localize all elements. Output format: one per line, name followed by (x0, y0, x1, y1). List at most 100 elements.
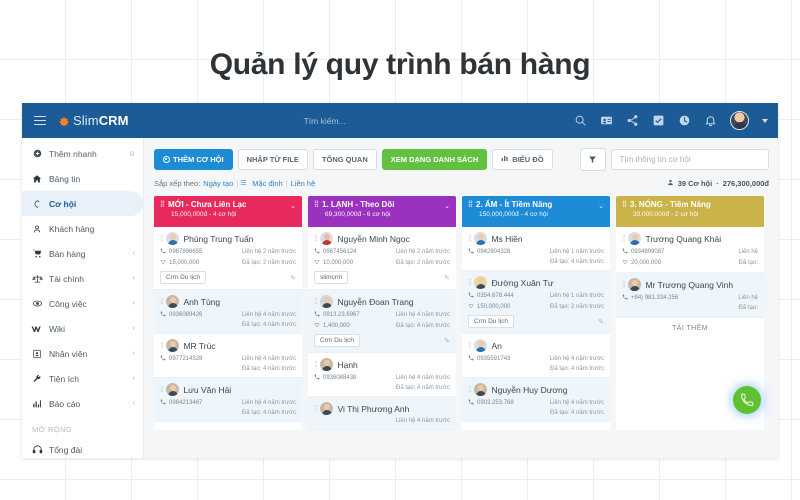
sort-by-date-link[interactable]: Ngày tạo (203, 179, 233, 188)
drag-handle-icon[interactable]: ⁞⁞ (314, 234, 318, 243)
opportunity-card[interactable]: ⁞⁞ Hạnh 0936088438 Liên hệ 4 năm trước Đã … (308, 353, 456, 397)
drag-handle-icon[interactable]: ⁞⁞ (468, 199, 473, 209)
drag-handle-icon[interactable]: ⁞⁞ (468, 278, 472, 287)
sidebar-item-co-hoi[interactable]: Cơ hội (22, 191, 143, 216)
edit-icon[interactable]: ✎ (290, 274, 296, 282)
column-title: MỚI - Chưa Liên Lạc (168, 199, 247, 209)
sidebar-item-nhan-vien[interactable]: Nhân viên ‹ (22, 341, 143, 366)
sidebar-item-quick-add[interactable]: Thêm nhanh ⊙ (22, 141, 143, 166)
opportunity-card[interactable]: ⁞⁞ MR Trúc 0977214328 Liên hệ 4 năm trước … (154, 334, 302, 378)
drag-handle-icon[interactable]: ⁞⁞ (622, 199, 627, 209)
drag-handle-icon[interactable]: ⁞⁞ (468, 234, 472, 243)
card-phone: +84) 981.334.256 (631, 295, 679, 301)
sidebar-item-tai-chinh[interactable]: Tài chính ‹ (22, 266, 143, 291)
global-search-placeholder[interactable]: Tìm kiếm... (304, 116, 346, 126)
opportunity-card[interactable]: ⁞⁞ Phùng Trung Tuấn 0987896655 Liên hệ 2 n… (154, 227, 302, 290)
chevron-down-icon[interactable]: ⌄ (444, 202, 450, 210)
drag-handle-icon[interactable]: ⁞⁞ (622, 234, 626, 243)
card-created: Đã tạo: 4 năm trước (242, 366, 296, 372)
sort-default-link[interactable]: Mặc định (252, 179, 282, 188)
add-opportunity-button[interactable]: THÊM CƠ HỘI (154, 149, 233, 170)
column-header[interactable]: ⁞⁞ 2. ẤM - Ít Tiềm Năng 150,000,000đ - 4 … (462, 196, 610, 227)
sort-contact-link[interactable]: Liên hệ (291, 179, 316, 188)
sidebar-item-label: Tiện ích (49, 373, 79, 384)
edit-icon[interactable]: ✎ (444, 274, 450, 282)
opportunity-card[interactable]: ⁞⁞ Đường Xuân Tư 0354.678.444 Liên hệ 1 nă… (462, 271, 610, 334)
search-icon[interactable] (574, 114, 587, 127)
column-header[interactable]: ⁞⁞ MỚI - Chưa Liên Lạc 15,000,000đ - 4 cơ… (154, 196, 302, 227)
drag-handle-icon[interactable]: ⁞⁞ (314, 404, 318, 413)
bell-icon[interactable] (704, 114, 717, 127)
sidebar-item-tong-dai[interactable]: Tổng đài (22, 437, 143, 458)
drag-handle-icon[interactable]: ⁞⁞ (468, 341, 472, 350)
card-phone: 0935591743 (477, 356, 511, 362)
overview-button[interactable]: TỔNG QUAN (312, 149, 377, 170)
drag-handle-icon[interactable]: ⁞⁞ (160, 341, 164, 350)
opportunity-card[interactable]: ⁞⁞ Trương Quang Khải 0934809087 Liên hệ 20… (616, 227, 764, 273)
card-amount: 15,000,000 (169, 260, 200, 266)
call-floating-button[interactable] (733, 386, 761, 414)
chart-view-button[interactable]: BIỂU ĐỒ (492, 149, 553, 170)
contact-card-icon[interactable] (600, 114, 613, 127)
menu-toggle-icon[interactable] (34, 115, 46, 126)
opportunity-card[interactable]: ⁞⁞ Lưu Văn Hải 0984213467 Liên hệ 4 năm tr… (154, 378, 302, 422)
drag-handle-icon[interactable]: ⁞⁞ (160, 385, 164, 394)
opportunity-card[interactable]: ⁞⁞ Ms Hiền 0942804328 Liên hệ 1 năm trước … (462, 227, 610, 271)
kanban-column-lanh: ⁞⁞ 1. LẠNH - Theo Dõi 69,300,000đ - 6 cơ … (308, 196, 456, 430)
opportunity-search-input[interactable]: Tìm thông tin cơ hội (610, 149, 769, 170)
drag-handle-icon[interactable]: ⁞⁞ (160, 199, 165, 209)
clock-icon[interactable] (678, 114, 691, 127)
drag-handle-icon[interactable]: ⁞⁞ (314, 360, 318, 369)
sidebar-item-tien-ich[interactable]: Tiện ích ‹ (22, 366, 143, 391)
drag-handle-icon[interactable]: ⁞⁞ (160, 297, 164, 306)
column-header[interactable]: ⁞⁞ 1. LẠNH - Theo Dõi 69,300,000đ - 6 cơ … (308, 196, 456, 227)
sidebar-item-khach-hang[interactable]: Khách hàng (22, 216, 143, 241)
task-check-icon[interactable] (652, 114, 665, 127)
phone-icon (160, 399, 166, 407)
column-header[interactable]: ⁞⁞ 3. NÓNG - Tiềm Năng 20,000,000đ - 2 cơ… (616, 196, 764, 227)
import-file-button[interactable]: NHẬP TỪ FILE (237, 149, 308, 170)
drag-handle-icon[interactable]: ⁞⁞ (314, 297, 318, 306)
total-value: 276,300,000đ (722, 179, 769, 188)
edit-icon[interactable]: ✎ (598, 318, 604, 326)
chevron-down-icon[interactable]: ⌄ (290, 202, 296, 210)
opportunity-card[interactable]: ⁞⁞ Nguyễn Đoan Trang 0913.23.6967 Liên hệ … (308, 290, 456, 353)
avatar[interactable] (730, 111, 749, 130)
load-more-button[interactable]: TẢI THÊM (616, 317, 764, 339)
drag-handle-icon[interactable]: ⁞⁞ (468, 385, 472, 394)
card-tag[interactable]: slimcrm (314, 271, 349, 284)
sidebar-item-bang-tin[interactable]: Bảng tin (22, 166, 143, 191)
sidebar-item-bao-cao[interactable]: Báo cáo ‹ (22, 391, 143, 416)
opportunity-card[interactable]: ⁞⁞ Nguyễn Minh Ngọc 0987456124 Liên hệ 2 n… (308, 227, 456, 290)
sidebar-item-ban-hang[interactable]: Bán hàng ‹ (22, 241, 143, 266)
drag-handle-icon[interactable]: ⁞⁞ (314, 199, 319, 209)
chevron-down-icon[interactable]: ⌄ (598, 202, 604, 210)
sort-label: Sắp xếp theo: (154, 179, 201, 188)
sidebar-item-cong-viec[interactable]: Công việc ‹ (22, 291, 143, 316)
card-tag[interactable]: Crm Du lịch (314, 334, 360, 347)
help-icon[interactable]: ⊙ (129, 150, 135, 158)
card-contacted: Liên hệ 4 năm trước (395, 418, 450, 424)
edit-icon[interactable]: ✎ (444, 337, 450, 345)
card-phone: 0913.23.6967 (323, 312, 360, 318)
opportunity-card[interactable]: ⁞⁞ Vi Thị Phương Anh Liên hệ 4 năm trước (308, 397, 456, 430)
drag-handle-icon[interactable]: ⁞⁞ (160, 234, 164, 243)
wiki-icon (30, 323, 44, 335)
opportunity-card[interactable]: ⁞⁞ Anh Tùng 0936089426 Liên hệ 4 năm trước… (154, 290, 302, 334)
drag-handle-icon[interactable]: ⁞⁞ (622, 280, 626, 289)
list-view-button[interactable]: XEM DẠNG DANH SÁCH (381, 149, 488, 170)
share-icon[interactable] (626, 114, 639, 127)
filter-button[interactable] (579, 148, 606, 171)
opportunity-card[interactable]: ⁞⁞ Nguyễn Huy Dương 0903.253.768 Liên hệ 4… (462, 378, 610, 422)
opportunity-card[interactable]: ⁞⁞ Mr Trương Quang Vinh +84) 981.334.256 L… (616, 273, 764, 317)
app-logo[interactable]: SlimCRM (57, 113, 129, 128)
card-tag[interactable]: Crm Du lịch (160, 271, 206, 284)
phone-icon (741, 393, 754, 406)
opportunity-card[interactable]: ⁞⁞ An 0935591743 Liên hệ 4 năm trước Đã tạ… (462, 334, 610, 378)
wrench-icon (30, 374, 44, 384)
chevron-icon: ‹ (132, 375, 135, 382)
chevron-icon: ‹ (132, 250, 135, 257)
card-tag[interactable]: Crm Du lịch (468, 315, 514, 328)
chevron-down-icon[interactable] (762, 118, 768, 123)
sidebar-item-wiki[interactable]: Wiki ‹ (22, 316, 143, 341)
